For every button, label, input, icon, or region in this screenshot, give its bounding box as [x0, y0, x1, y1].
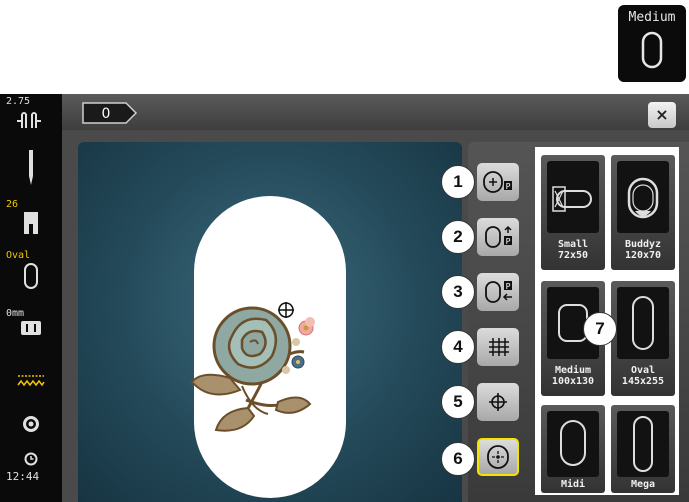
- hoop-buddyz-icon: [617, 161, 669, 233]
- function-button-1[interactable]: P: [477, 163, 519, 201]
- callout-badge-2: 2: [441, 220, 475, 254]
- hoop-size-buddyz: 120x70: [624, 250, 662, 261]
- header-bar: 0 ×: [62, 94, 689, 130]
- hoop-name-medium: Medium: [554, 365, 592, 376]
- presser-foot-indicator-icon[interactable]: [22, 212, 40, 234]
- time-display: 12:44: [6, 470, 40, 483]
- callout-badge-6: 6: [441, 442, 475, 476]
- hoop-name-midi: Midi: [560, 479, 586, 490]
- hoop-name-oval: Oval: [630, 365, 656, 376]
- needle-value: 26: [6, 199, 19, 210]
- hoop-tile-small[interactable]: Small 72x50: [541, 155, 605, 270]
- crosshair-icon: [489, 393, 507, 411]
- hoop-oval-tile-icon: [617, 287, 669, 359]
- clock-icon: [24, 452, 38, 466]
- hoop-move-left-icon: P: [485, 281, 512, 303]
- callout-badge-4: 4: [441, 330, 475, 364]
- svg-text:P: P: [506, 237, 511, 246]
- function-button-2[interactable]: P: [477, 218, 519, 256]
- needle-icon[interactable]: [26, 150, 36, 186]
- hoop-tile-mega[interactable]: Mega: [611, 405, 675, 493]
- function-button-4[interactable]: [477, 328, 519, 366]
- callout-badge-1: 1: [441, 165, 475, 199]
- hoop-oval-icon: [641, 31, 663, 69]
- layer-tab-label: 0: [102, 106, 111, 122]
- callout-badge-5: 5: [441, 385, 475, 419]
- hoop-center-icon: [487, 445, 509, 469]
- svg-text:P: P: [506, 182, 511, 191]
- stitch-width-value: 2.75: [6, 96, 31, 107]
- close-button[interactable]: ×: [648, 102, 676, 128]
- hoop-size-medium: 100x130: [551, 376, 595, 387]
- hoop-name-buddyz: Buddyz: [624, 239, 662, 250]
- function-button-3[interactable]: P: [477, 273, 519, 311]
- hoop-tile-midi[interactable]: Midi: [541, 405, 605, 493]
- layer-tab[interactable]: 0: [82, 102, 138, 124]
- hoop-tile-buddyz[interactable]: Buddyz 120x70: [611, 155, 675, 270]
- hoop-name-small: Small: [557, 239, 589, 250]
- function-button-6[interactable]: [477, 438, 519, 476]
- hoop-center-program-icon: P: [483, 171, 512, 193]
- callout-badge-7: 7: [583, 312, 617, 346]
- hoop-size-oval: 145x255: [621, 376, 665, 387]
- rose-design-image[interactable]: [182, 290, 338, 440]
- bobbin-icon[interactable]: [21, 414, 41, 434]
- hoop-mega-icon: [617, 411, 669, 477]
- hoop-move-back-icon: P: [485, 225, 512, 248]
- hoop-label: Oval: [6, 250, 31, 261]
- hoop-name-mega: Mega: [630, 479, 656, 490]
- function-button-5[interactable]: [477, 383, 519, 421]
- hoop-size-small: 72x50: [557, 250, 589, 261]
- current-hoop-indicator: Medium: [618, 5, 686, 82]
- hoop-small-icon: [547, 161, 599, 233]
- hoop-midi-icon: [547, 411, 599, 477]
- svg-text:P: P: [506, 282, 511, 291]
- status-sidebar: 2.75 26 Oval 0mm 12:44: [0, 94, 62, 502]
- embroidery-canvas[interactable]: [78, 142, 462, 502]
- hoop-icon[interactable]: [22, 262, 40, 290]
- callout-badge-3: 3: [441, 275, 475, 309]
- presser-foot-icon[interactable]: [14, 110, 44, 132]
- stitch-pattern-icon[interactable]: [17, 374, 45, 388]
- thread-value: 0mm: [6, 308, 25, 319]
- hoop-tile-oval[interactable]: Oval 145x255: [611, 281, 675, 396]
- feed-dog-icon[interactable]: [20, 320, 42, 336]
- grid-icon: [489, 338, 509, 356]
- current-hoop-label: Medium: [628, 10, 676, 25]
